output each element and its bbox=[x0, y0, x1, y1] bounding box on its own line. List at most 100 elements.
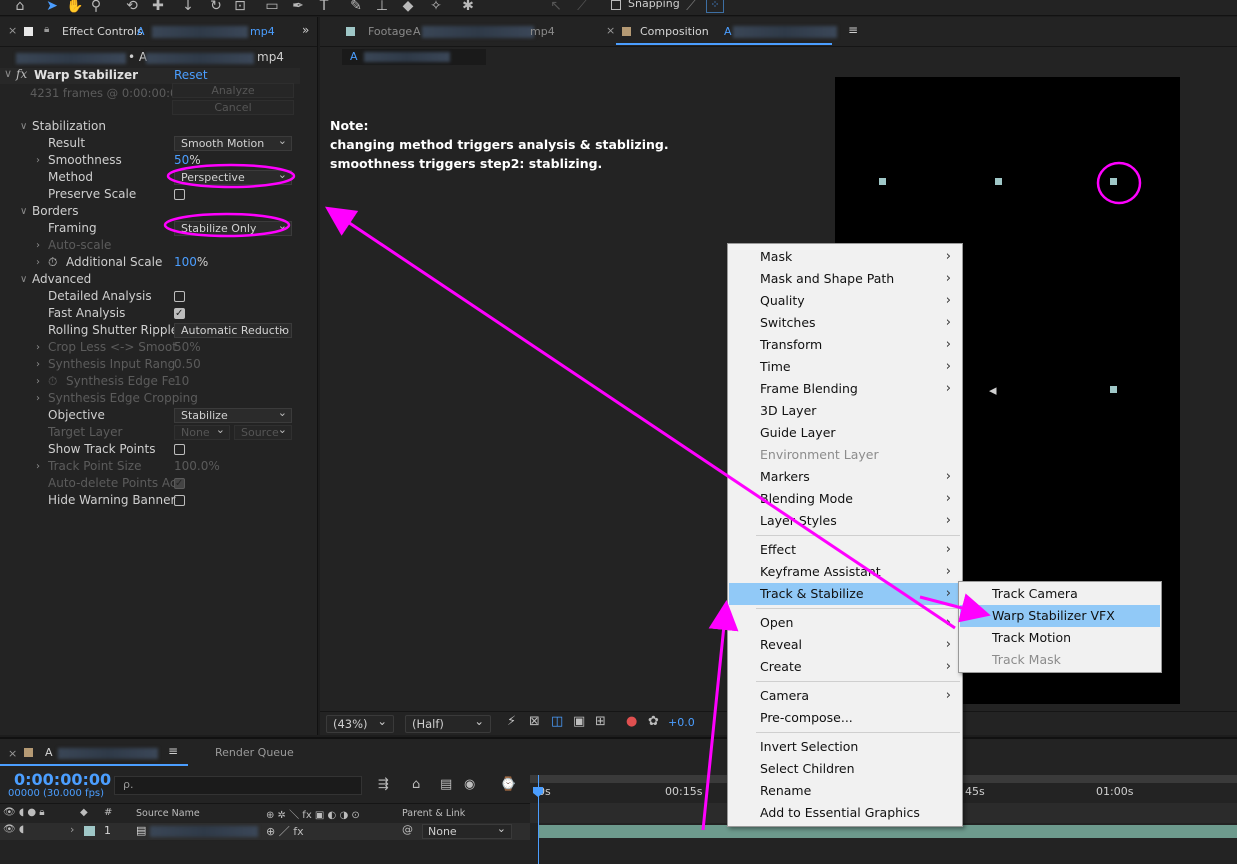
zoom-tool-icon[interactable]: ⚲ bbox=[88, 0, 104, 14]
menu-item-time[interactable]: Time › bbox=[729, 356, 961, 378]
label-icon[interactable]: ◆ bbox=[80, 807, 88, 818]
comp-flowchart-icon[interactable]: ⇶ bbox=[378, 777, 389, 792]
menu-item-select-children[interactable]: Select Children bbox=[729, 758, 961, 780]
roto-brush-tool-icon[interactable]: ✧ bbox=[428, 0, 444, 14]
menu-item-quality[interactable]: Quality › bbox=[729, 290, 961, 312]
advanced-group[interactable]: ∨ Advanced bbox=[0, 271, 300, 288]
synth-edge-fe-value[interactable]: 10 bbox=[174, 373, 189, 390]
twirl-closed-icon[interactable]: › bbox=[36, 373, 40, 390]
menu-item-transform[interactable]: Transform › bbox=[729, 334, 961, 356]
panel-menu-icon[interactable]: ≡ bbox=[848, 23, 858, 37]
stopwatch-icon[interactable]: ⏱ bbox=[48, 373, 57, 390]
additional-scale-value[interactable]: 100% bbox=[174, 254, 208, 271]
close-tab-icon[interactable]: × bbox=[8, 24, 17, 37]
home-icon[interactable]: ⌂ bbox=[12, 0, 28, 14]
orbit-tool-icon[interactable]: ↓ bbox=[180, 0, 196, 14]
draft-3d-icon[interactable]: ⌂ bbox=[412, 777, 420, 792]
hand-tool-icon[interactable]: ✋ bbox=[66, 0, 83, 14]
panel-menu-icon[interactable] bbox=[24, 27, 33, 36]
twirl-open-icon[interactable]: ∨ bbox=[20, 118, 27, 135]
menu-item-frame-blending[interactable]: Frame Blending › bbox=[729, 378, 961, 400]
snap-edges-icon[interactable]: ⟋ bbox=[683, 0, 699, 14]
menu-item-markers[interactable]: Markers › bbox=[729, 466, 961, 488]
type-tool-icon[interactable]: T bbox=[316, 0, 332, 14]
channels-icon[interactable]: ● bbox=[626, 714, 637, 729]
submenu-item-track-motion[interactable]: Track Motion bbox=[960, 627, 1160, 649]
brush-tool-icon[interactable]: ✎ bbox=[348, 0, 364, 14]
twirl-closed-icon[interactable]: › bbox=[36, 152, 40, 169]
composition-tab[interactable]: Composition bbox=[640, 25, 709, 38]
twirl-closed-icon[interactable]: › bbox=[36, 390, 40, 407]
zoom-dropdown[interactable]: (43%) bbox=[326, 713, 394, 733]
menu-item-switches[interactable]: Switches › bbox=[729, 312, 961, 334]
clone-stamp-tool-icon[interactable]: ⊥ bbox=[374, 0, 390, 14]
preserve-scale-checkbox[interactable] bbox=[174, 189, 185, 200]
menu-item-invert-selection[interactable]: Invert Selection bbox=[729, 736, 961, 758]
menu-item-mask-and-shape-path[interactable]: Mask and Shape Path › bbox=[729, 268, 961, 290]
camera-tool-icon[interactable]: ✚ bbox=[150, 0, 166, 14]
result-dropdown[interactable]: Smooth Motion bbox=[174, 136, 292, 151]
comp-breadcrumb[interactable]: A bbox=[342, 49, 486, 65]
effect-header[interactable]: ∨ fx Warp Stabilizer Reset bbox=[0, 67, 300, 84]
synth-input-value[interactable]: 0.50 bbox=[174, 356, 201, 373]
rectangle-tool-icon[interactable]: ▭ bbox=[264, 0, 280, 14]
panel-menu-icon[interactable]: ≡ bbox=[168, 744, 178, 758]
twirl-closed-icon[interactable]: › bbox=[36, 458, 40, 475]
menu-item-layer-styles[interactable]: Layer Styles › bbox=[729, 510, 961, 532]
objective-dropdown[interactable]: Stabilize bbox=[174, 408, 292, 423]
method-dropdown[interactable]: Perspective bbox=[174, 170, 292, 185]
hide-warning-checkbox[interactable] bbox=[174, 495, 185, 506]
smoothness-number[interactable]: 50 bbox=[174, 153, 189, 167]
timeline-comp-tab[interactable]: A bbox=[45, 746, 53, 759]
menu-item-reveal[interactable]: Reveal › bbox=[729, 634, 961, 656]
reset-link[interactable]: Reset bbox=[174, 68, 208, 82]
source-name-header[interactable]: Source Name bbox=[136, 808, 200, 819]
anchor-tool-icon[interactable]: ⊡ bbox=[232, 0, 248, 14]
lock-icon[interactable]: 🔒︎ bbox=[44, 24, 49, 35]
detailed-analysis-checkbox[interactable] bbox=[174, 291, 185, 302]
menu-item-track-and-stabilize[interactable]: Track & Stabilize › bbox=[729, 583, 961, 605]
pickwhip-icon[interactable]: @ bbox=[402, 823, 413, 836]
pen-tool-icon[interactable]: ✒ bbox=[290, 0, 306, 14]
menu-item-3d-layer[interactable]: 3D Layer bbox=[729, 400, 961, 422]
menu-item-blending-mode[interactable]: Blending Mode › bbox=[729, 488, 961, 510]
shy-layers-icon[interactable]: ▤ bbox=[440, 777, 452, 792]
twirl-closed-icon[interactable]: › bbox=[36, 339, 40, 356]
track-point-size-value[interactable]: 100.0% bbox=[174, 458, 220, 475]
parent-dropdown[interactable]: None ⌄ bbox=[422, 822, 512, 839]
submenu-item-warp-stabilizer[interactable]: Warp Stabilizer VFX bbox=[960, 605, 1160, 627]
stabilization-group[interactable]: ∨ Stabilization bbox=[0, 118, 300, 135]
expand-panel-icon[interactable]: » bbox=[302, 23, 309, 37]
menu-item-keyframe-assistant[interactable]: Keyframe Assistant › bbox=[729, 561, 961, 583]
exposure-value[interactable]: +0.0 bbox=[668, 716, 695, 729]
analyze-button[interactable]: Analyze bbox=[172, 83, 294, 98]
target-source-dropdown[interactable]: Source bbox=[234, 425, 292, 440]
close-tab-icon[interactable]: × bbox=[606, 24, 615, 37]
layer-label-swatch[interactable] bbox=[84, 826, 95, 836]
fast-previews-icon[interactable]: ⚡︎ bbox=[507, 714, 516, 729]
layer-visibility-icon[interactable]: 👁 ◖ bbox=[3, 824, 24, 835]
layer-row[interactable]: 👁 ◖ › 1 ▤ ⊕ ／ fx @ None ⌄ bbox=[0, 822, 530, 840]
distribute-icon[interactable]: ⟋ bbox=[574, 0, 590, 14]
submenu-item-track-camera[interactable]: Track Camera bbox=[960, 583, 1160, 605]
menu-item-pre-compose[interactable]: Pre-compose... bbox=[729, 707, 961, 729]
crop-less-value[interactable]: 50% bbox=[174, 339, 201, 356]
anchor-point-icon[interactable]: ◂ bbox=[989, 381, 997, 399]
auto-delete-checkbox[interactable] bbox=[174, 475, 185, 492]
twirl-open-icon[interactable]: ∨ bbox=[20, 203, 27, 220]
close-tab-icon[interactable]: × bbox=[8, 747, 17, 760]
fx-badge[interactable]: fx bbox=[16, 67, 27, 81]
twirl-closed-icon[interactable]: › bbox=[36, 356, 40, 373]
menu-item-guide-layer[interactable]: Guide Layer bbox=[729, 422, 961, 444]
show-track-points-checkbox[interactable] bbox=[174, 444, 185, 455]
effect-twirl-icon[interactable]: ∨ bbox=[4, 67, 12, 80]
rotate-tool-icon[interactable]: ⟲ bbox=[124, 0, 140, 14]
framing-dropdown[interactable]: Stabilize Only bbox=[174, 221, 292, 236]
grid-guides-icon[interactable]: ⊞ bbox=[595, 714, 606, 729]
snap-points-icon[interactable]: ⁘ bbox=[706, 0, 724, 13]
stopwatch-icon[interactable]: ⏱ bbox=[48, 254, 57, 271]
region-of-interest-icon[interactable]: ▣ bbox=[573, 714, 585, 729]
menu-item-camera[interactable]: Camera › bbox=[729, 685, 961, 707]
twirl-open-icon[interactable]: ∨ bbox=[20, 271, 27, 288]
layer-twirl-icon[interactable]: › bbox=[70, 823, 74, 836]
